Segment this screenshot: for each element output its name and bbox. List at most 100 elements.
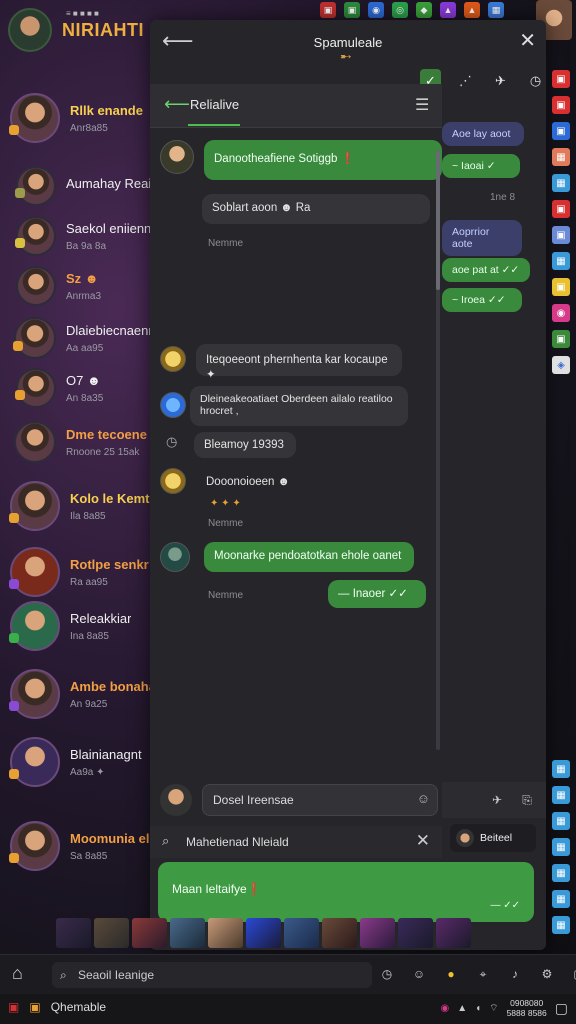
clock-icon[interactable]: ◷ [378, 965, 396, 983]
contact-item[interactable]: Releakkiar Ina 8a85 [0, 598, 152, 654]
taskbar-search[interactable]: ⌕ Seaoil Ieanige [52, 962, 372, 988]
message-bubble[interactable]: Moonarke pendoatotkan ehole oanet [204, 542, 414, 572]
menu-icon[interactable]: ☰ [415, 95, 429, 115]
app-icon[interactable]: ◈ [552, 356, 570, 374]
message-bubble[interactable]: Bleamoy 19393 [194, 432, 296, 458]
sticker-icon[interactable]: ● [442, 965, 460, 983]
thumbnail[interactable] [322, 918, 357, 948]
app-icon[interactable]: ▦ [552, 786, 570, 804]
home-icon[interactable]: ⌂ [12, 963, 23, 984]
close-icon[interactable]: ✕ [519, 28, 536, 53]
search-input[interactable]: Mahetienad Nleiald [186, 835, 289, 849]
chat-bubble-icon[interactable]: ▢ [570, 965, 576, 983]
app-icon[interactable]: ▣ [552, 122, 570, 140]
message-bubble[interactable]: Dleineakeoatiaet Oberdeen ailalo reatilo… [190, 386, 408, 426]
attach-icon[interactable]: ⎘ [518, 791, 536, 809]
message-bubble[interactable]: Soblart aoon ☻ Ra [202, 194, 430, 224]
app-icon[interactable]: ▦ [552, 760, 570, 778]
more-icon[interactable]: ⋰ [455, 69, 476, 93]
app-icon[interactable]: ▣ [552, 330, 570, 348]
app-icon[interactable]: ▦ [488, 2, 504, 18]
app-icon[interactable]: ▦ [552, 252, 570, 270]
app-icon[interactable]: ▦ [552, 864, 570, 882]
contact-item[interactable]: Saekol eniienntr Ba 9a 8a [0, 208, 152, 264]
app-icon[interactable]: ▣ [344, 2, 360, 18]
message-input[interactable]: Dosel Ireensae [202, 784, 438, 816]
contact-item[interactable]: Blainianagnt Aa9a ✦ [0, 734, 152, 790]
settings-icon[interactable]: ⚙ [538, 965, 556, 983]
contact-item[interactable]: Dlaiebiecnaenr Aa aa95 [0, 310, 152, 366]
app-icon[interactable]: ▦ [552, 890, 570, 908]
message-bubble[interactable]: ~ Iaoai ✓ [442, 154, 520, 178]
app-icon[interactable]: ▦ [552, 148, 570, 166]
thumbnail[interactable] [56, 918, 91, 948]
thumbnail[interactable] [246, 918, 281, 948]
app-icon[interactable]: ▲ [464, 2, 480, 18]
app-icon[interactable]: ▣ [552, 278, 570, 296]
pin-icon[interactable]: ✈ [488, 791, 506, 809]
message-bubble[interactable]: Dooonoioeen ☻ [196, 468, 300, 496]
app-icon[interactable]: ▦ [552, 838, 570, 856]
app-icon[interactable]: ▣ [8, 1000, 19, 1014]
contact-item[interactable]: Rotlpe senkr Ra aa95 [0, 544, 152, 600]
message-bubble[interactable]: ~ Iroea ✓✓ [442, 288, 522, 312]
thumbnail[interactable] [170, 918, 205, 948]
app-icon[interactable]: ▣ [552, 226, 570, 244]
location-icon[interactable]: ⌖ [474, 965, 492, 983]
app-icon[interactable]: ▣ [320, 2, 336, 18]
notification-icon[interactable]: ▢ [555, 1000, 568, 1017]
contact-item[interactable]: O7 ☻ An 8a35 [0, 360, 152, 416]
chat-icon[interactable]: ☺ [410, 965, 428, 983]
app-icon[interactable]: ▦ [552, 812, 570, 830]
app-icon[interactable]: ▣ [552, 96, 570, 114]
message-bubble[interactable]: Danootheafiene Sotiggb ❗ [204, 140, 442, 180]
contact-item[interactable]: Dme tecoene Rnoone 25 15ak [0, 414, 152, 470]
wifi-icon[interactable]: ⌔ [489, 1002, 498, 1015]
app-icon[interactable]: ▦ [552, 916, 570, 934]
message-bubble[interactable]: Aoe lay aoot [442, 122, 524, 146]
contact-name: Rotlpe senkr [70, 556, 149, 572]
clock-icon[interactable]: ◷ [525, 69, 546, 93]
mini-contact-chip[interactable]: Beiteel [450, 824, 536, 852]
back-arrow-icon[interactable]: ⟵ [162, 28, 194, 54]
contact-item[interactable]: Moomunia ele Sa 8a85 [0, 818, 152, 874]
app-icon[interactable]: ◉ [368, 2, 384, 18]
app-icon[interactable]: ◎ [392, 2, 408, 18]
alert-icon[interactable]: ▲ [457, 1003, 467, 1014]
pin-icon[interactable]: ✈ [490, 69, 511, 93]
thumbnail[interactable] [436, 918, 471, 948]
contact-item[interactable]: Aumahay Reain [0, 158, 152, 214]
thumbnail[interactable] [208, 918, 243, 948]
app-icon[interactable]: ▣ [552, 70, 570, 88]
contact-item[interactable]: Sz ☻ Anrma3 [0, 258, 152, 314]
thumbnail[interactable] [398, 918, 433, 948]
message-bubble[interactable]: Aoprrior aote [442, 220, 522, 256]
app-icon[interactable]: ◉ [552, 304, 570, 322]
sound-icon[interactable]: ◖ [475, 1003, 481, 1014]
contact-item[interactable]: Ambe bonaha An 9a25 [0, 666, 152, 722]
app-icon[interactable]: ▣ [552, 200, 570, 218]
app-icon[interactable]: ▲ [440, 2, 456, 18]
message-bubble[interactable]: aoe pat at ✓✓ [442, 258, 530, 282]
close-icon[interactable]: ✕ [416, 831, 430, 851]
thumbnail[interactable] [360, 918, 395, 948]
message-bubble[interactable]: Iteqoeeont phernhenta kar kocaupe ✦ [196, 344, 402, 381]
contact-item[interactable]: Kolo le Kemte Ila 8a85 [0, 478, 152, 534]
scrollbar[interactable] [436, 150, 440, 750]
status-label: Qhemable [50, 1000, 107, 1014]
compose-box[interactable]: Maan Ieltaifye❗ — ✓✓ [158, 862, 534, 922]
back-arrow-icon[interactable]: ⟵ [164, 94, 190, 115]
app-icon[interactable]: ▦ [552, 174, 570, 192]
mic-icon[interactable]: ♪ [506, 965, 524, 983]
contact-item[interactable]: Rllk enande Anr8a85 [0, 90, 152, 146]
message-bubble[interactable]: — Inaoer ✓✓ [328, 580, 426, 608]
app-icon[interactable]: ▣ [29, 1000, 40, 1014]
app-icon[interactable]: ◆ [416, 2, 432, 18]
app-icon[interactable]: ◉ [440, 1003, 449, 1014]
emoji-icon[interactable]: ☺ [417, 791, 430, 806]
scrollbar-thumb[interactable] [436, 150, 440, 290]
user-avatar[interactable] [8, 8, 52, 52]
thumbnail[interactable] [132, 918, 167, 948]
thumbnail[interactable] [284, 918, 319, 948]
thumbnail[interactable] [94, 918, 129, 948]
